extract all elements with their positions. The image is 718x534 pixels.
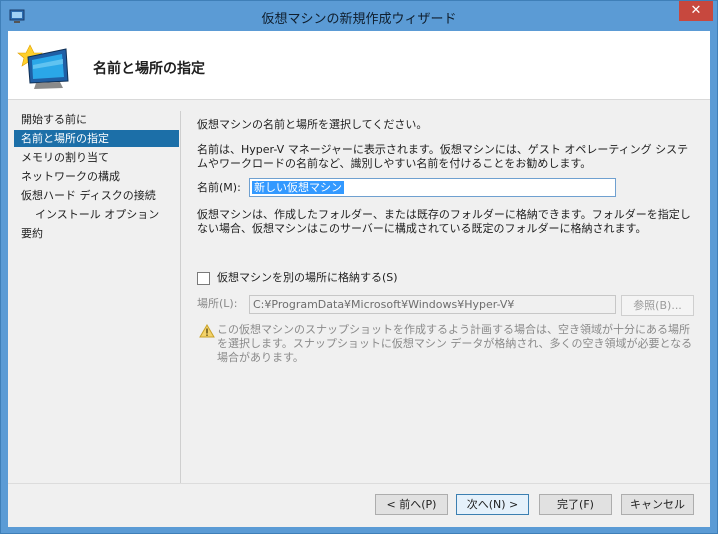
title-bar[interactable]: 仮想マシンの新規作成ウィザード ✕ bbox=[1, 1, 717, 31]
wizard-window: 仮想マシンの新規作成ウィザード ✕ 名前と場所の指定 開始する前に 名前と場所の… bbox=[0, 0, 718, 534]
step-navigation: 開始する前に 名前と場所の指定 メモリの割り当て ネットワークの構成 仮想ハード… bbox=[8, 111, 180, 501]
browse-button[interactable]: 参照(B)... bbox=[621, 295, 694, 316]
nav-item-network[interactable]: ネットワークの構成 bbox=[14, 168, 179, 185]
store-elsewhere-label[interactable]: 仮想マシンを別の場所に格納する(S) bbox=[217, 271, 398, 285]
new-vm-icon bbox=[17, 44, 69, 89]
page-title: 名前と場所の指定 bbox=[93, 61, 205, 77]
next-button[interactable]: 次へ(N) > bbox=[456, 494, 529, 515]
nav-item-before-you-begin[interactable]: 開始する前に bbox=[14, 111, 179, 128]
back-button[interactable]: < 前へ(P) bbox=[375, 494, 448, 515]
name-input[interactable]: 新しい仮想マシン bbox=[249, 178, 616, 197]
store-elsewhere-checkbox[interactable] bbox=[197, 272, 210, 285]
cancel-button[interactable]: キャンセル bbox=[621, 494, 694, 515]
intro-text: 仮想マシンの名前と場所を選択してください。 bbox=[197, 118, 428, 131]
name-label: 名前(M): bbox=[197, 181, 241, 194]
finish-button[interactable]: 完了(F) bbox=[539, 494, 612, 515]
snapshot-warning: この仮想マシンのスナップショットを作成するよう計画する場合は、空き領域が十分にあ… bbox=[217, 323, 693, 364]
nav-item-name-location[interactable]: 名前と場所の指定 bbox=[14, 130, 179, 147]
wizard-client: 名前と場所の指定 開始する前に 名前と場所の指定 メモリの割り当て ネットワーク… bbox=[8, 31, 710, 527]
nav-item-memory[interactable]: メモリの割り当て bbox=[14, 149, 179, 166]
folder-description: 仮想マシンは、作成したフォルダー、または既存のフォルダーに格納できます。フォルダ… bbox=[197, 208, 691, 235]
nav-item-virtual-disk[interactable]: 仮想ハード ディスクの接続 bbox=[14, 187, 179, 204]
name-description: 名前は、Hyper-V マネージャーに表示されます。仮想マシンには、ゲスト オペ… bbox=[197, 143, 689, 170]
wizard-header: 名前と場所の指定 bbox=[8, 31, 710, 100]
nav-item-summary[interactable]: 要約 bbox=[14, 225, 179, 242]
close-button[interactable]: ✕ bbox=[679, 1, 713, 21]
name-input-value: 新しい仮想マシン bbox=[252, 181, 344, 194]
window-title: 仮想マシンの新規作成ウィザード bbox=[261, 12, 457, 27]
nav-item-install-options[interactable]: インストール オプション bbox=[14, 206, 179, 223]
nav-divider bbox=[180, 111, 181, 494]
warning-icon bbox=[199, 324, 215, 338]
button-bar: < 前へ(P) 次へ(N) > 完了(F) キャンセル bbox=[8, 483, 710, 527]
location-input[interactable]: C:¥ProgramData¥Microsoft¥Windows¥Hyper-V… bbox=[249, 295, 616, 314]
location-label: 場所(L): bbox=[197, 297, 238, 310]
